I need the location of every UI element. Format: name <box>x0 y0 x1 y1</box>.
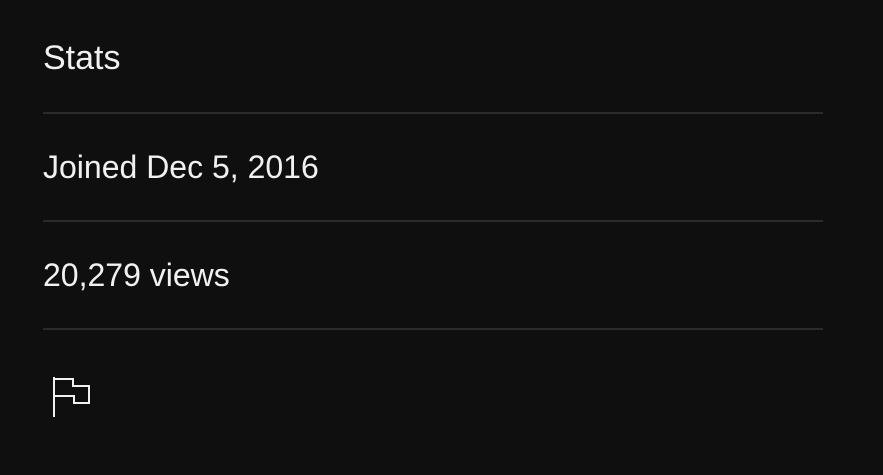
report-button[interactable] <box>45 370 99 424</box>
report-row <box>43 330 823 475</box>
stats-title: Stats <box>43 0 823 114</box>
joined-date: Joined Dec 5, 2016 <box>43 114 823 222</box>
stats-panel: Stats Joined Dec 5, 2016 20,279 views <box>43 0 823 475</box>
flag-icon <box>53 377 90 417</box>
view-count: 20,279 views <box>43 222 823 330</box>
